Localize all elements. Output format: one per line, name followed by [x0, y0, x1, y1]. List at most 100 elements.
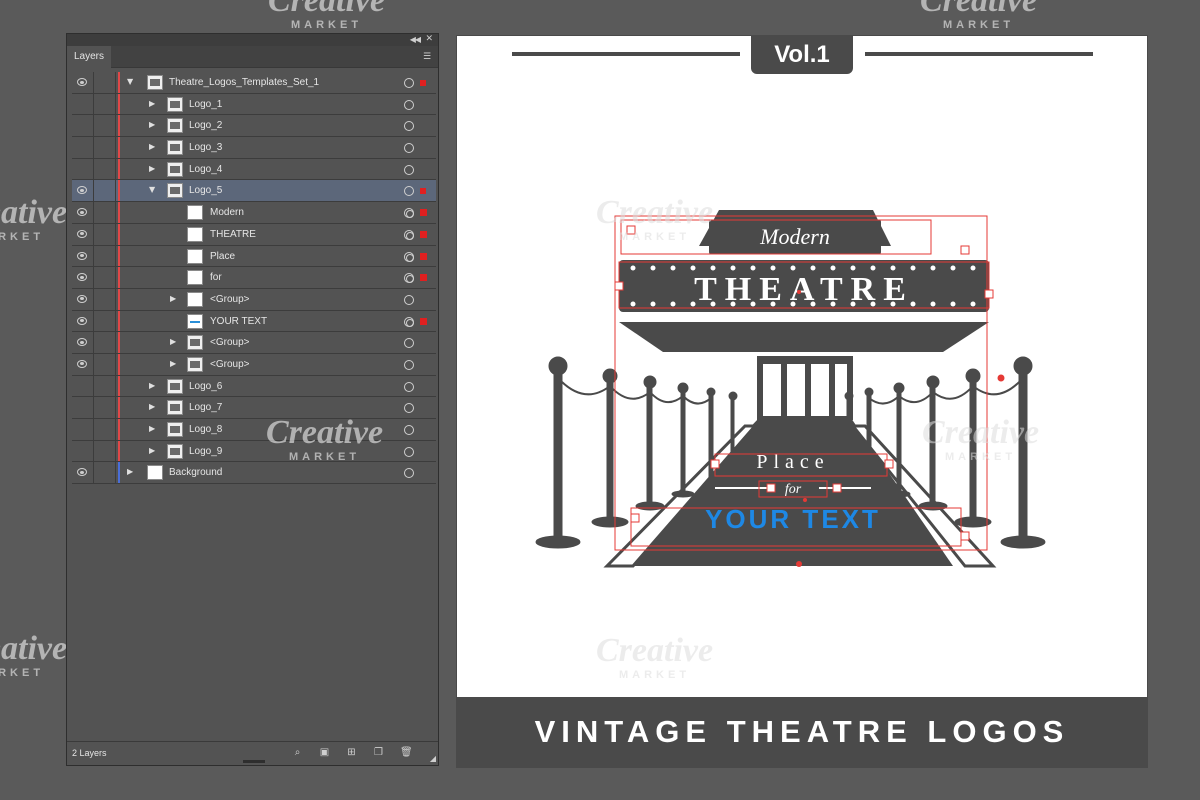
visibility-toggle[interactable]: [72, 223, 94, 245]
expand-arrow-icon[interactable]: ▶: [170, 359, 176, 368]
panel-resize-grip[interactable]: [243, 760, 265, 763]
selection-indicator[interactable]: [420, 274, 427, 282]
lock-toggle[interactable]: [94, 332, 116, 353]
expand-arrow-icon[interactable]: ▼: [127, 77, 133, 86]
layer-row-group-1[interactable]: ▶ <Group>: [72, 288, 436, 311]
expand-arrow-icon[interactable]: ▶: [149, 142, 155, 151]
visibility-toggle[interactable]: [72, 332, 94, 353]
target-icon[interactable]: [404, 186, 414, 197]
lock-toggle[interactable]: [94, 419, 116, 440]
lock-toggle[interactable]: [94, 267, 116, 288]
visibility-toggle[interactable]: [72, 180, 94, 202]
expand-arrow-icon[interactable]: ▶: [170, 294, 176, 303]
expand-arrow-icon[interactable]: ▶: [149, 446, 155, 455]
target-icon[interactable]: [404, 251, 414, 262]
target-icon[interactable]: [404, 359, 414, 370]
lock-toggle[interactable]: [94, 310, 116, 332]
visibility-toggle[interactable]: [72, 462, 94, 484]
lock-toggle[interactable]: [94, 440, 116, 462]
visibility-toggle[interactable]: [72, 375, 94, 397]
layer-row-place[interactable]: Place: [72, 245, 436, 268]
layer-row-group-3[interactable]: ▶ <Group>: [72, 353, 436, 376]
lock-toggle[interactable]: [94, 375, 116, 397]
selection-indicator[interactable]: [420, 252, 427, 260]
layer-row-logo-1[interactable]: ▶ Logo_1: [72, 93, 436, 116]
panel-menu-icon[interactable]: ☰: [423, 52, 433, 62]
target-icon[interactable]: [404, 294, 414, 305]
lock-toggle[interactable]: [94, 202, 116, 223]
lock-toggle[interactable]: [94, 223, 116, 245]
target-icon[interactable]: [404, 121, 414, 132]
visibility-toggle[interactable]: [72, 353, 94, 375]
selection-indicator[interactable]: [420, 80, 426, 86]
lock-toggle[interactable]: [94, 397, 116, 418]
layer-row-logo-6[interactable]: ▶ Logo_6: [72, 375, 436, 398]
lock-toggle[interactable]: [94, 115, 116, 137]
lock-toggle[interactable]: [94, 180, 116, 202]
tab-layers[interactable]: Layers: [67, 46, 111, 68]
visibility-toggle[interactable]: [72, 310, 94, 332]
layer-row-theatre[interactable]: THEATRE: [72, 223, 436, 246]
theatre-logo-artwork[interactable]: THEATRE Modern Place for YOUR TEXT: [523, 196, 1063, 576]
target-icon[interactable]: [404, 446, 414, 457]
visibility-toggle[interactable]: [72, 202, 94, 223]
expand-arrow-icon[interactable]: ▶: [170, 337, 176, 346]
target-icon[interactable]: [404, 338, 414, 349]
new-sublayer-icon[interactable]: ⊞: [346, 747, 357, 758]
layer-row-logo-8[interactable]: ▶ Logo_8: [72, 419, 436, 441]
target-icon[interactable]: [404, 143, 414, 154]
layer-row-logo-3[interactable]: ▶ Logo_3: [72, 137, 436, 159]
visibility-toggle[interactable]: [72, 72, 94, 93]
layer-row-for[interactable]: for: [72, 267, 436, 289]
visibility-toggle[interactable]: [72, 267, 94, 288]
layer-row-modern[interactable]: Modern: [72, 202, 436, 224]
lock-toggle[interactable]: [94, 137, 116, 158]
lock-toggle[interactable]: [94, 245, 116, 267]
selection-indicator[interactable]: [420, 209, 427, 217]
panel-title-bar[interactable]: ◀◀ ✕: [67, 34, 438, 46]
lock-toggle[interactable]: [94, 353, 116, 375]
visibility-toggle[interactable]: [72, 288, 94, 310]
target-icon[interactable]: [404, 468, 414, 479]
new-layer-icon[interactable]: ❐: [373, 747, 384, 758]
lock-toggle[interactable]: [94, 462, 116, 484]
make-clipping-mask-icon[interactable]: ▣: [319, 747, 330, 758]
lock-toggle[interactable]: [94, 288, 116, 310]
locate-object-icon[interactable]: ⌕: [292, 747, 303, 758]
layer-row-logo-7[interactable]: ▶ Logo_7: [72, 397, 436, 419]
visibility-toggle[interactable]: [72, 93, 94, 115]
expand-arrow-icon[interactable]: ▶: [127, 467, 133, 476]
expand-arrow-icon[interactable]: ▶: [149, 164, 155, 173]
target-icon[interactable]: [404, 425, 414, 435]
expand-arrow-icon[interactable]: ▶: [149, 381, 155, 390]
layer-row-logo-2[interactable]: ▶ Logo_2: [72, 115, 436, 138]
target-icon[interactable]: [404, 164, 414, 175]
lock-toggle[interactable]: [94, 72, 116, 93]
layer-row-theatre-logos-templates[interactable]: ▼ Theatre_Logos_Templates_Set_1: [72, 72, 436, 94]
selection-indicator[interactable]: [420, 188, 426, 195]
delete-layer-icon[interactable]: 🗑: [400, 747, 413, 758]
collapse-icon[interactable]: ◀◀: [410, 35, 421, 44]
visibility-toggle[interactable]: [72, 137, 94, 158]
layer-row-your-text[interactable]: YOUR TEXT: [72, 310, 436, 333]
visibility-toggle[interactable]: [72, 419, 94, 440]
layer-row-logo-9[interactable]: ▶ Logo_9: [72, 440, 436, 463]
layer-row-logo-5[interactable]: ▼ Logo_5: [72, 180, 436, 203]
target-icon[interactable]: [404, 316, 414, 327]
target-icon[interactable]: [404, 403, 414, 414]
selection-indicator[interactable]: [420, 317, 427, 325]
visibility-toggle[interactable]: [72, 397, 94, 418]
expand-arrow-icon[interactable]: ▶: [149, 99, 155, 108]
target-icon[interactable]: [404, 99, 414, 110]
visibility-toggle[interactable]: [72, 245, 94, 267]
layer-row-background[interactable]: ▶ Background: [72, 462, 436, 485]
expand-arrow-icon[interactable]: ▶: [149, 402, 155, 411]
lock-toggle[interactable]: [94, 93, 116, 115]
resize-corner-icon[interactable]: ◢: [430, 754, 436, 763]
lock-toggle[interactable]: [94, 158, 116, 180]
layer-row-logo-4[interactable]: ▶ Logo_4: [72, 158, 436, 181]
target-icon[interactable]: [404, 381, 414, 392]
target-icon[interactable]: [404, 273, 414, 284]
layer-row-group-2[interactable]: ▶ <Group>: [72, 332, 436, 354]
visibility-toggle[interactable]: [72, 115, 94, 137]
